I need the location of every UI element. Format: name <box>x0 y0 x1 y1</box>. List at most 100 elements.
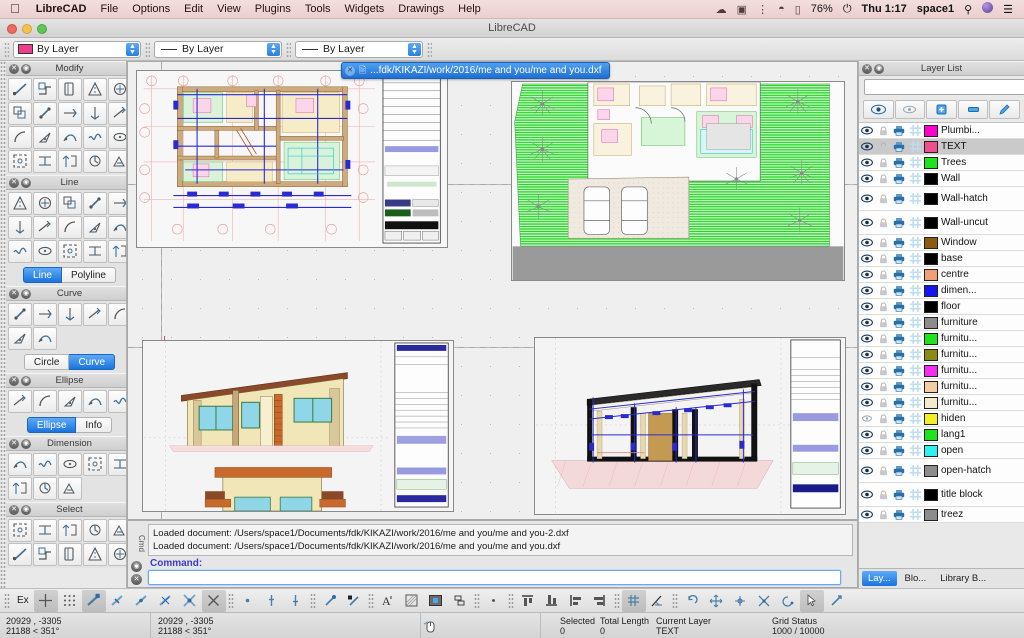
layer-construction-toggle[interactable] <box>907 285 923 296</box>
menu-options[interactable]: Options <box>125 3 177 15</box>
site-plan-drawing[interactable] <box>511 81 845 281</box>
panel-float-button[interactable]: ◉ <box>21 439 31 449</box>
snap-middle-icon[interactable] <box>130 590 154 612</box>
layer-visibility-toggle[interactable] <box>859 446 875 455</box>
snap-grid-icon[interactable] <box>58 590 82 612</box>
line-tangent-icon[interactable] <box>58 216 82 239</box>
layer-print-toggle[interactable] <box>891 269 907 280</box>
layer-lock-toggle[interactable] <box>875 510 891 520</box>
search-icon[interactable]: ⚲ <box>959 3 977 16</box>
layer-row[interactable]: lang1 <box>859 427 1024 443</box>
line-rectangle-icon[interactable] <box>108 192 128 215</box>
layer-row[interactable]: furnitu... <box>859 347 1024 363</box>
toolbar-grip[interactable] <box>4 42 9 57</box>
layer-color-swatch[interactable] <box>924 253 938 265</box>
layer-color-swatch[interactable] <box>924 193 938 205</box>
layer-construction-toggle[interactable] <box>907 125 923 136</box>
layer-lock-toggle[interactable] <box>875 254 891 264</box>
trim-amount-icon[interactable] <box>33 126 57 149</box>
layer-lock-toggle[interactable] <box>875 350 891 360</box>
select-layer-icon[interactable] <box>83 543 107 566</box>
layer-lock-toggle[interactable] <box>875 142 891 152</box>
document-tab[interactable]: ✕ 🖹 ...fdk/KIKAZI/work/2016/me and you/m… <box>341 62 610 79</box>
select-all-icon[interactable] <box>33 519 57 542</box>
layer-row[interactable]: Trees <box>859 155 1024 171</box>
layer-row[interactable]: Wall-hatch <box>859 187 1024 211</box>
layer-row[interactable]: furnitu... <box>859 363 1024 379</box>
layer-visibility-toggle[interactable] <box>859 398 875 407</box>
line-polygon-center-icon[interactable] <box>33 240 57 263</box>
line-polyline-icon[interactable] <box>83 240 107 263</box>
lineweight-combo[interactable]: By Layer ▲▼ <box>295 41 423 58</box>
scale-icon[interactable] <box>8 102 32 125</box>
layer-print-toggle[interactable] <box>891 445 907 456</box>
panel-float-button[interactable]: ◉ <box>21 289 31 299</box>
layer-lock-toggle[interactable] <box>875 286 891 296</box>
layer-color-swatch[interactable] <box>924 429 938 441</box>
command-input[interactable] <box>148 570 841 585</box>
tab-block-list[interactable]: Blo... <box>899 571 933 586</box>
tab-curve[interactable]: Curve <box>69 354 115 370</box>
linetype-combo[interactable]: By Layer ▲▼ <box>154 41 282 58</box>
layer-construction-toggle[interactable] <box>907 349 923 360</box>
snap-toolbar-grip[interactable] <box>4 593 10 609</box>
show-all-layers-icon[interactable] <box>863 100 894 119</box>
layer-lock-toggle[interactable] <box>875 318 891 328</box>
arc-tangential-icon[interactable] <box>58 303 82 326</box>
layer-lock-toggle[interactable] <box>875 194 891 204</box>
layer-print-toggle[interactable] <box>891 381 907 392</box>
layer-print-toggle[interactable] <box>891 509 907 520</box>
layer-lock-toggle[interactable] <box>875 382 891 392</box>
layer-color-swatch[interactable] <box>924 173 938 185</box>
layer-print-toggle[interactable] <box>891 157 907 168</box>
layer-search-input[interactable] <box>864 79 1024 95</box>
tab-ellipse[interactable]: Ellipse <box>27 417 76 433</box>
chevron-updown-icon[interactable]: ▲▼ <box>126 43 139 56</box>
layer-lock-toggle[interactable] <box>875 302 891 312</box>
layer-color-swatch[interactable] <box>924 217 938 229</box>
tab-circle[interactable]: Circle <box>24 354 70 370</box>
close-icon[interactable]: ✕ <box>345 66 355 76</box>
layer-construction-toggle[interactable] <box>907 413 923 424</box>
menu-view[interactable]: View <box>210 3 248 15</box>
relative-zero-icon[interactable] <box>318 590 342 612</box>
menu-file[interactable]: File <box>93 3 125 15</box>
layer-visibility-toggle[interactable] <box>859 270 875 279</box>
panel-float-button[interactable]: ◉ <box>21 505 31 515</box>
minimize-window-button[interactable] <box>22 24 32 34</box>
maximize-window-button[interactable] <box>37 24 47 34</box>
layer-row[interactable]: open <box>859 443 1024 459</box>
layer-lock-toggle[interactable] <box>875 414 891 424</box>
layer-construction-toggle[interactable] <box>907 509 923 520</box>
dim-leader-line-icon[interactable] <box>58 477 82 500</box>
explode-icon[interactable] <box>58 126 82 149</box>
layer-visibility-toggle[interactable] <box>859 430 875 439</box>
layer-construction-toggle[interactable] <box>907 193 923 204</box>
snap-center-icon[interactable] <box>154 590 178 612</box>
wifi-icon[interactable]: ◓ <box>773 3 790 15</box>
align-right-icon[interactable] <box>588 590 612 612</box>
layer-row[interactable]: treez <box>859 507 1024 523</box>
layer-row[interactable]: floor <box>859 299 1024 315</box>
chevron-updown-icon-3[interactable]: ▲▼ <box>408 43 421 56</box>
toolbar-grip-3[interactable] <box>286 42 291 57</box>
snap-none-icon[interactable] <box>202 590 226 612</box>
move-copy-icon[interactable] <box>83 150 107 173</box>
bevel-icon[interactable] <box>108 102 128 125</box>
layer-construction-toggle[interactable] <box>907 397 923 408</box>
line-bisector-icon[interactable] <box>33 216 57 239</box>
layer-row[interactable]: Wall-uncut <box>859 211 1024 235</box>
align-bottom-icon[interactable] <box>540 590 564 612</box>
select-single-icon[interactable] <box>8 519 32 542</box>
layer-lock-toggle[interactable] <box>875 490 891 500</box>
layer-lock-toggle[interactable] <box>875 158 891 168</box>
divide-two-icon[interactable] <box>83 102 107 125</box>
dim-aligned-icon[interactable] <box>8 453 32 476</box>
layer-print-toggle[interactable] <box>891 193 907 204</box>
layer-visibility-toggle[interactable] <box>859 510 875 519</box>
panel-float-button[interactable]: ◉ <box>21 376 31 386</box>
drawing-canvas[interactable]: ✕ 🖹 ...fdk/KIKAZI/work/2016/me and you/m… <box>127 61 858 520</box>
remove-layer-icon[interactable] <box>958 100 989 119</box>
layer-row[interactable]: open-hatch <box>859 459 1024 483</box>
layer-visibility-toggle[interactable] <box>859 366 875 375</box>
